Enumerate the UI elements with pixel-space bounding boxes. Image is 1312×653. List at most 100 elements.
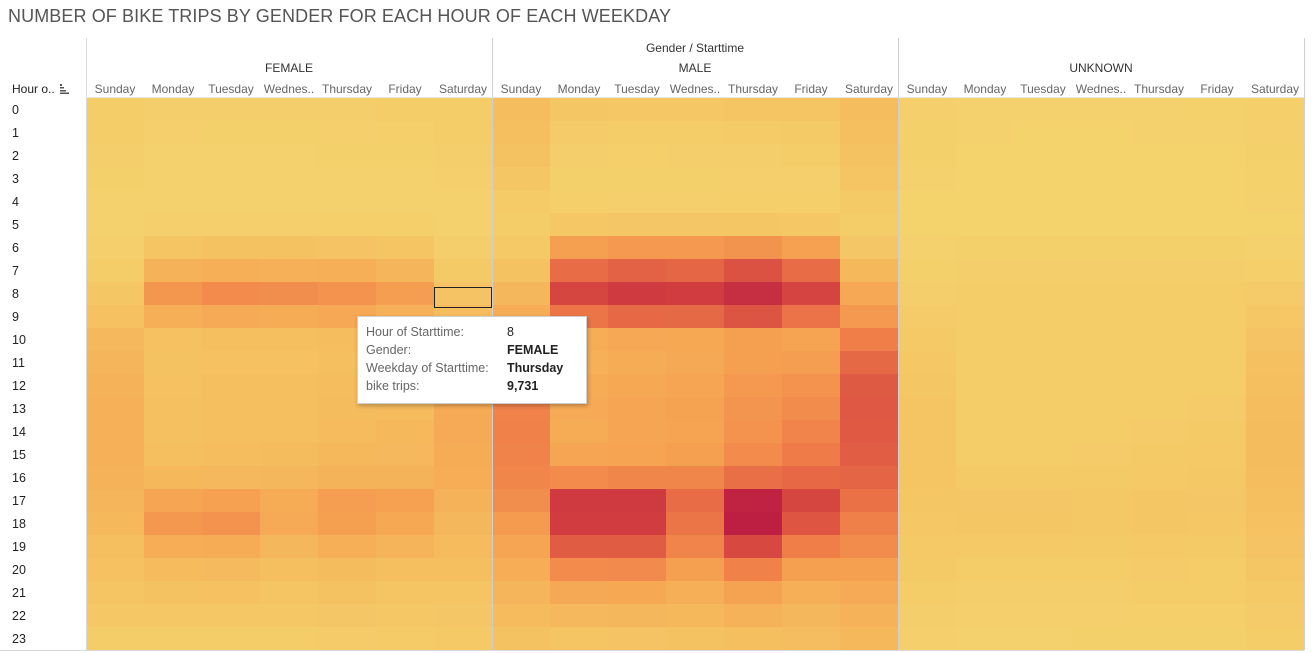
- heatmap-cell: [434, 466, 493, 490]
- heatmap-cell: [318, 98, 377, 122]
- heatmap-cell: [434, 489, 493, 513]
- heatmap-cell: [666, 558, 725, 582]
- heatmap-cell: [608, 443, 667, 467]
- heatmap-cell: [202, 121, 261, 145]
- heatmap-cell: [376, 236, 435, 260]
- heatmap-cell: [86, 512, 145, 536]
- heatmap-cell: [898, 466, 957, 490]
- tooltip-value: Thursday: [507, 361, 564, 375]
- heatmap-cell: [840, 420, 899, 444]
- heatmap-cell: [666, 282, 725, 306]
- heatmap-cell: [376, 167, 435, 191]
- heatmap-cell: [144, 627, 203, 651]
- heatmap-cell: [376, 466, 435, 490]
- heatmap-cell: [144, 558, 203, 582]
- tooltip-value: 9,731: [507, 379, 539, 393]
- heatmap-cell: [840, 328, 899, 352]
- column-label: Saturday: [439, 82, 487, 96]
- heatmap-cell: [202, 443, 261, 467]
- column-label: Sunday: [907, 82, 948, 96]
- heatmap-cell: [1014, 512, 1073, 536]
- heatmap-cell: [1130, 443, 1189, 467]
- heatmap-cell: [1188, 328, 1247, 352]
- row-label: 12: [12, 379, 26, 393]
- heatmap-cell: [202, 305, 261, 329]
- column-label: Friday: [1200, 82, 1233, 96]
- heatmap-cell: [666, 535, 725, 559]
- heatmap-cell: [434, 282, 493, 306]
- heatmap-cell: [318, 581, 377, 605]
- row-header-hour[interactable]: Hour o..: [12, 82, 55, 96]
- heatmap-cell: [1014, 466, 1073, 490]
- heatmap-cell: [144, 282, 203, 306]
- heatmap-cell: [666, 466, 725, 490]
- heatmap-cell: [840, 512, 899, 536]
- heatmap-cell: [86, 305, 145, 329]
- heatmap-cell: [782, 236, 841, 260]
- heatmap-cell: [1072, 420, 1131, 444]
- heatmap-cell: [1188, 420, 1247, 444]
- heatmap-cell: [202, 512, 261, 536]
- heatmap-cell: [782, 420, 841, 444]
- heatmap-cell: [86, 144, 145, 168]
- heatmap-cell: [492, 535, 551, 559]
- heatmap-cell: [782, 489, 841, 513]
- heatmap-cell: [1130, 489, 1189, 513]
- sort-descending-icon[interactable]: [60, 84, 70, 94]
- heatmap-cell: [202, 213, 261, 237]
- heatmap-cell: [782, 167, 841, 191]
- row-label: 11: [12, 356, 25, 370]
- heatmap-cell: [1130, 259, 1189, 283]
- heatmap-cell: [898, 282, 957, 306]
- heatmap-cell: [1014, 443, 1073, 467]
- heatmap-cell: [1072, 328, 1131, 352]
- heatmap-cell: [260, 374, 319, 398]
- heatmap-cell: [434, 535, 493, 559]
- heatmap-cell: [492, 466, 551, 490]
- heatmap-cell: [898, 604, 957, 628]
- heatmap-cell: [376, 282, 435, 306]
- heatmap-cell: [260, 190, 319, 214]
- heatmap-cell: [550, 167, 609, 191]
- heatmap-cell: [898, 535, 957, 559]
- heatmap-cell: [840, 282, 899, 306]
- heatmap-cell: [1188, 190, 1247, 214]
- heatmap-cell: [840, 121, 899, 145]
- heatmap-cell: [260, 121, 319, 145]
- heatmap-cell: [608, 236, 667, 260]
- heatmap-cell: [434, 512, 493, 536]
- heatmap-cell: [550, 489, 609, 513]
- heatmap-cell: [724, 144, 783, 168]
- heatmap-cell: [144, 98, 203, 122]
- heatmap-cell: [724, 351, 783, 375]
- heatmap-cell: [260, 282, 319, 306]
- heatmap-cell: [492, 190, 551, 214]
- heatmap-cell: [666, 190, 725, 214]
- heatmap-cell: [608, 259, 667, 283]
- heatmap-cell: [666, 351, 725, 375]
- heatmap-cell: [1014, 627, 1073, 651]
- heatmap-cell: [260, 167, 319, 191]
- heatmap-cell: [144, 535, 203, 559]
- heatmap-cell: [724, 443, 783, 467]
- heatmap-cell: [840, 167, 899, 191]
- heatmap-cell: [1188, 581, 1247, 605]
- heatmap-cell: [956, 167, 1015, 191]
- heatmap-cell: [608, 190, 667, 214]
- column-label: Wednes..: [1076, 82, 1126, 96]
- heatmap-cell: [86, 98, 145, 122]
- heatmap-cell: [260, 305, 319, 329]
- heatmap-cell: [260, 98, 319, 122]
- heatmap-cell: [1130, 627, 1189, 651]
- heatmap-cell: [492, 98, 551, 122]
- heatmap-cell: [956, 374, 1015, 398]
- heatmap-cell: [492, 443, 551, 467]
- heatmap-cell: [608, 420, 667, 444]
- heatmap-cell: [956, 420, 1015, 444]
- row-label: 17: [12, 494, 26, 508]
- heatmap-cell: [144, 466, 203, 490]
- heatmap-cell: [318, 259, 377, 283]
- heatmap-cell: [666, 512, 725, 536]
- heatmap-cell: [144, 604, 203, 628]
- heatmap-cell: [724, 282, 783, 306]
